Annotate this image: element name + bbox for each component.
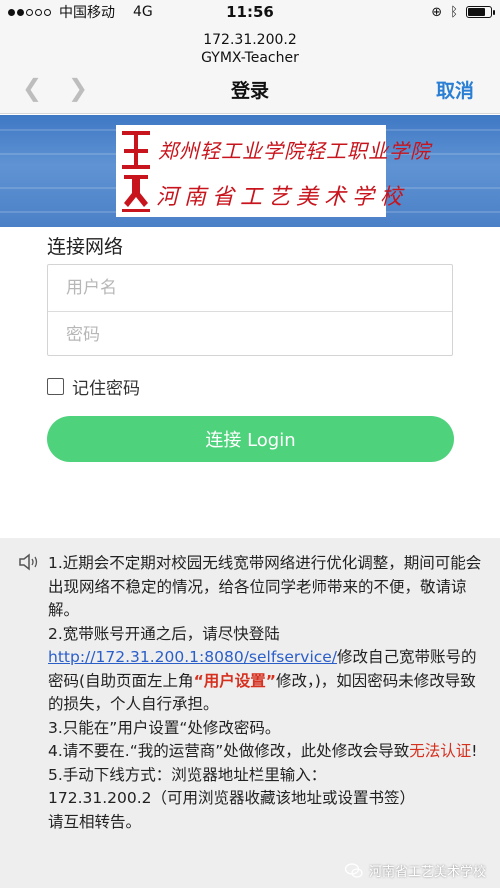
selfservice-link[interactable]: http://172.31.200.1:8080/selfservice/: [48, 648, 337, 666]
school-emblem-icon: [122, 131, 150, 212]
notice-item-5-line1: 5.手动下线方式：浏览器地址栏里输入：: [48, 765, 327, 784]
notice-item-3: 3.只能在”用户设置“处修改密码。: [48, 718, 281, 737]
username-input[interactable]: [66, 278, 452, 298]
notice-item-4: 4.请不要在.“我的运营商”处做修改，此处修改会导致无法认证!: [48, 742, 478, 760]
network-label: 4G: [133, 4, 153, 20]
status-left: 中国移动 4G: [8, 2, 153, 22]
notice-item-1: 1.近期会不定期对校园无线宽带网络进行优化调整，期间可能会出现网络不稳定的情况，…: [48, 554, 482, 619]
remember-password[interactable]: 记住密码: [47, 374, 140, 399]
speaker-icon: [19, 553, 38, 571]
wechat-icon: [344, 862, 363, 878]
address-line1[interactable]: 172.31.200.2: [0, 32, 500, 48]
signal-icon: [8, 8, 51, 16]
logo-line2: 河南省工艺美术学校: [156, 185, 409, 210]
form-title: 连接网络: [47, 236, 124, 258]
notice-item-5-line3: 请互相转告。: [48, 812, 142, 831]
page-title: 登录: [230, 80, 269, 102]
password-row: [48, 311, 452, 357]
orientation-lock-icon: ⊕: [431, 4, 443, 20]
browser-header: 172.31.200.2 GYMX-Teacher ❮ ❯ 登录 取消: [0, 24, 500, 114]
logo-line1: 郑州轻工业学院轻工职业学院: [158, 139, 431, 163]
notice-item-2: 2.宽带账号开通之后，请尽快登陆http://172.31.200.1:8080…: [48, 624, 477, 714]
notice-item-5-line2: 172.31.200.2（可用浏览器收藏该地址或设置书签）: [48, 789, 416, 807]
school-logo: 郑州轻工业学院轻工职业学院 河南省工艺美术学校: [116, 125, 430, 217]
login-button[interactable]: 连接 Login: [47, 416, 454, 462]
login-input-group: [47, 264, 453, 356]
status-right: ⊕ ᛒ: [431, 4, 495, 20]
battery-icon: [466, 6, 495, 18]
school-banner: 郑州轻工业学院轻工职业学院 河南省工艺美术学校: [0, 115, 500, 227]
carrier-label: 中国移动: [59, 5, 115, 21]
username-row: [48, 265, 452, 311]
watermark: 河南省工艺美术学校: [344, 861, 486, 880]
address-line2[interactable]: GYMX-Teacher: [0, 50, 500, 66]
watermark-text: 河南省工艺美术学校: [368, 865, 486, 880]
remember-label: 记住密码: [72, 379, 140, 399]
status-bar: 中国移动 4G 11:56 ⊕ ᛒ: [0, 0, 500, 24]
remember-checkbox[interactable]: [47, 378, 64, 395]
notice-text: 1.近期会不定期对校园无线宽带网络进行优化调整，期间可能会出现网络不稳定的情况，…: [48, 552, 488, 834]
bluetooth-icon: ᛒ: [450, 4, 458, 20]
password-input[interactable]: [66, 324, 452, 345]
cancel-button[interactable]: 取消: [436, 76, 474, 103]
